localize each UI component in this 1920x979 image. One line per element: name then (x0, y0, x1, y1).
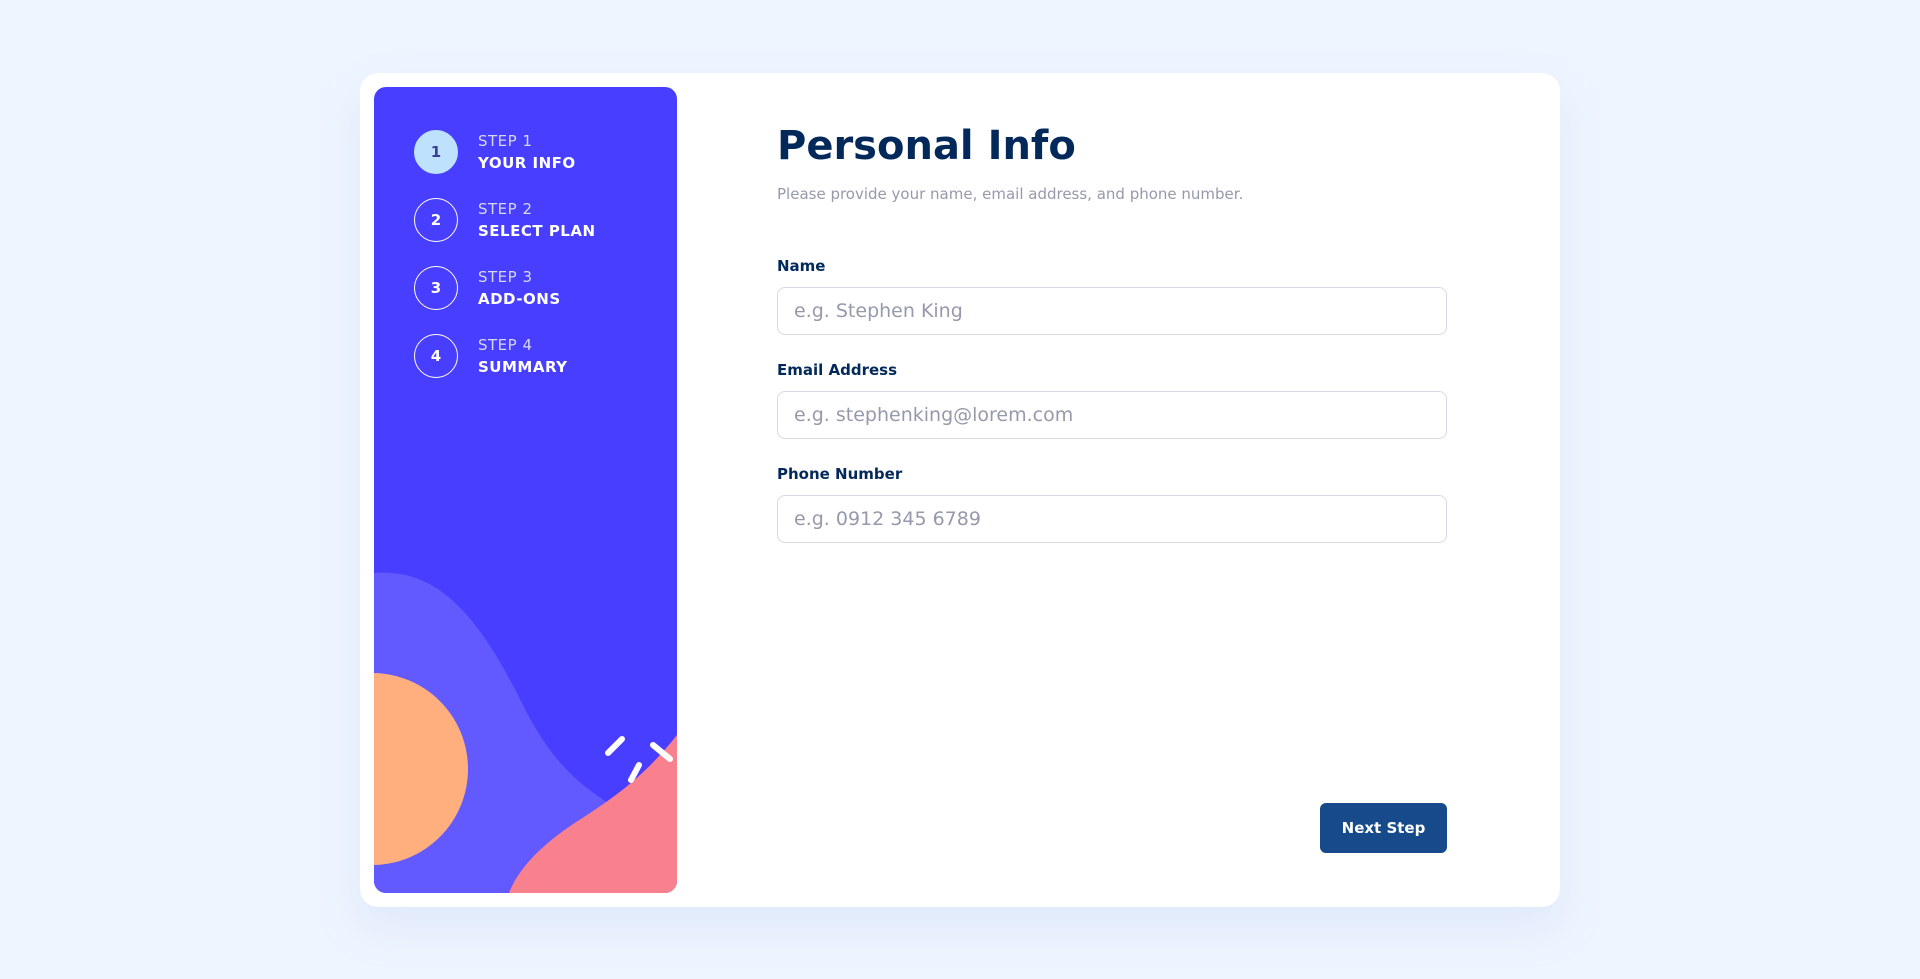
step-item-select-plan[interactable]: 2 STEP 2 SELECT PLAN (414, 197, 596, 243)
step-item-your-info[interactable]: 1 STEP 1 YOUR INFO (414, 129, 596, 175)
step-index-label: STEP 1 (478, 132, 533, 150)
page-subtitle: Please provide your name, email address,… (777, 185, 1244, 203)
step-index-label: STEP 2 (478, 200, 533, 218)
step-text: STEP 3 ADD-ONS (478, 266, 561, 310)
step-text: STEP 4 SUMMARY (478, 334, 568, 378)
email-input[interactable] (777, 391, 1447, 439)
step-title: ADD-ONS (478, 290, 561, 308)
email-label: Email Address (777, 361, 898, 379)
step-number-badge: 4 (414, 334, 458, 378)
next-step-button[interactable]: Next Step (1320, 803, 1447, 853)
step-title: SELECT PLAN (478, 222, 596, 240)
confetti-dash (605, 736, 625, 756)
step-number-badge: 1 (414, 130, 458, 174)
step-index-label: STEP 4 (478, 336, 533, 354)
step-number-badge: 3 (414, 266, 458, 310)
step-list: 1 STEP 1 YOUR INFO 2 STEP 2 SELECT PLAN … (414, 129, 596, 401)
page-title: Personal Info (777, 123, 1076, 169)
name-input[interactable] (777, 287, 1447, 335)
step-item-add-ons[interactable]: 3 STEP 3 ADD-ONS (414, 265, 596, 311)
step-index-label: STEP 3 (478, 268, 533, 286)
name-label: Name (777, 257, 826, 275)
step-text: STEP 2 SELECT PLAN (478, 198, 596, 242)
step-title: SUMMARY (478, 358, 568, 376)
step-sidebar: 1 STEP 1 YOUR INFO 2 STEP 2 SELECT PLAN … (374, 87, 677, 893)
phone-label: Phone Number (777, 465, 903, 483)
step-title: YOUR INFO (478, 154, 576, 172)
phone-input[interactable] (777, 495, 1447, 543)
step-number-badge: 2 (414, 198, 458, 242)
form-card: 1 STEP 1 YOUR INFO 2 STEP 2 SELECT PLAN … (360, 73, 1560, 907)
step-item-summary[interactable]: 4 STEP 4 SUMMARY (414, 333, 596, 379)
step-text: STEP 1 YOUR INFO (478, 130, 576, 174)
